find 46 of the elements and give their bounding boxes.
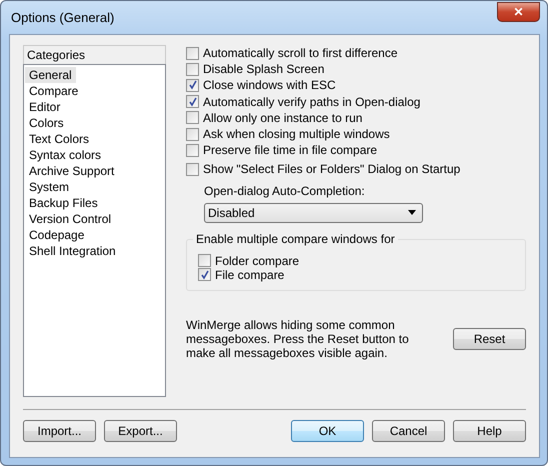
checkbox-label: Automatically scroll to first difference	[203, 46, 398, 60]
dropdown-label: Open-dialog Auto-Completion:	[204, 184, 366, 198]
reset-description: WinMerge allows hiding some common messageboxes. Press the Reset button to make all messageboxes visible again.	[186, 318, 410, 360]
checkbox[interactable]	[186, 95, 199, 108]
checkbox[interactable]	[186, 111, 199, 124]
checkbox[interactable]	[186, 144, 199, 157]
checkbox[interactable]	[186, 128, 199, 141]
checkbox-label: Show "Select Files or Folders" Dialog on Startup	[203, 162, 460, 176]
checkbox-label: Preserve file time in file compare	[203, 143, 378, 158]
checkbox[interactable]	[186, 46, 199, 60]
category-item[interactable]: Codepage	[25, 227, 88, 243]
dialog-button[interactable]: Import...	[23, 420, 96, 442]
checkbox[interactable]	[186, 162, 199, 176]
list-header: Categories	[23, 45, 166, 64]
category-item[interactable]: System	[25, 179, 74, 195]
category-item[interactable]: Archive Support	[25, 163, 118, 179]
category-item[interactable]: Backup Files	[25, 195, 102, 211]
checkbox-label: Disable Splash Screen	[203, 62, 324, 76]
checkbox[interactable]	[186, 78, 199, 92]
category-item[interactable]: Syntax colors	[25, 147, 106, 163]
checkbox-label: Automatically verify paths in Open-dialog	[203, 94, 420, 109]
category-item[interactable]: Compare	[25, 83, 82, 99]
category-item[interactable]: Editor	[25, 99, 64, 115]
caret-icon	[408, 210, 416, 215]
dialog-button[interactable]: OK	[291, 420, 364, 442]
category-item[interactable]: General	[25, 67, 76, 83]
checkbox[interactable]	[186, 62, 199, 76]
checkbox-label: Folder compare	[215, 254, 300, 268]
close-button[interactable]: ✕	[497, 2, 540, 22]
checkbox-label: File compare	[215, 268, 284, 282]
category-item[interactable]: Version Control	[25, 211, 116, 227]
checkbox[interactable]	[198, 254, 211, 267]
reset-button[interactable]: Reset	[453, 328, 526, 350]
checkbox-label: Ask when closing multiple windows	[203, 127, 390, 142]
checkbox-label: Allow only one instance to run	[203, 110, 362, 125]
checkbox-label: Close windows with ESC	[203, 78, 336, 92]
dialog-button[interactable]: Cancel	[372, 420, 445, 442]
dialog-button[interactable]: Help	[453, 420, 526, 442]
category-item[interactable]: Text Colors	[25, 131, 94, 147]
dropdown[interactable]: Disabled	[204, 202, 423, 222]
dialog-button[interactable]: Export...	[104, 420, 177, 442]
category-item[interactable]: Shell Integration	[25, 243, 120, 259]
group-title: Enable multiple compare windows for	[193, 232, 398, 246]
category-item[interactable]: Colors	[25, 115, 68, 131]
window-title: Options (General)	[11, 10, 114, 25]
checkbox[interactable]	[198, 268, 211, 281]
